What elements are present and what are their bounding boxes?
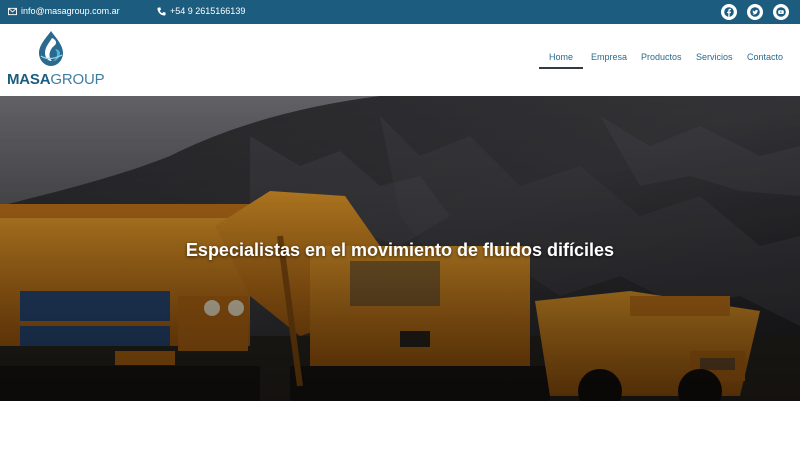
nav-item-productos[interactable]: Productos	[641, 52, 682, 62]
twitter-icon	[750, 7, 760, 17]
twitter-link[interactable]	[747, 4, 763, 20]
envelope-icon	[8, 7, 17, 15]
site-header: MASAGROUP Home Empresa Productos Servici…	[0, 24, 800, 96]
page-content-area	[0, 401, 800, 450]
phone-text: +54 9 2615166139	[170, 6, 246, 16]
phone-icon	[157, 6, 166, 16]
nav-item-empresa[interactable]: Empresa	[591, 52, 627, 62]
hero-title: Especialistas en el movimiento de fluido…	[185, 240, 615, 260]
nav-item-home[interactable]: Home	[538, 52, 584, 69]
email-text: info@masagroup.com.ar	[21, 6, 120, 16]
logo-wordmark: MASAGROUP	[7, 71, 105, 88]
logo-text-light: GROUP	[50, 71, 105, 88]
phone-contact[interactable]: +54 9 2615166139	[157, 6, 245, 16]
facebook-link[interactable]	[721, 4, 737, 20]
email-contact[interactable]: info@masagroup.com.ar	[8, 6, 120, 16]
facebook-icon	[724, 7, 734, 17]
hero-banner: Especialistas en el movimiento de fluido…	[0, 96, 800, 401]
youtube-link[interactable]	[773, 4, 789, 20]
nav-item-servicios[interactable]: Servicios	[696, 52, 733, 62]
top-bar: info@masagroup.com.ar +54 9 2615166139	[0, 0, 800, 24]
nav-item-contacto[interactable]: Contacto	[747, 52, 783, 62]
water-drop-icon	[39, 31, 63, 66]
logo-text-bold: MASA	[7, 71, 51, 88]
youtube-icon	[776, 7, 786, 17]
masagroup-logo[interactable]: MASAGROUP	[7, 28, 105, 90]
